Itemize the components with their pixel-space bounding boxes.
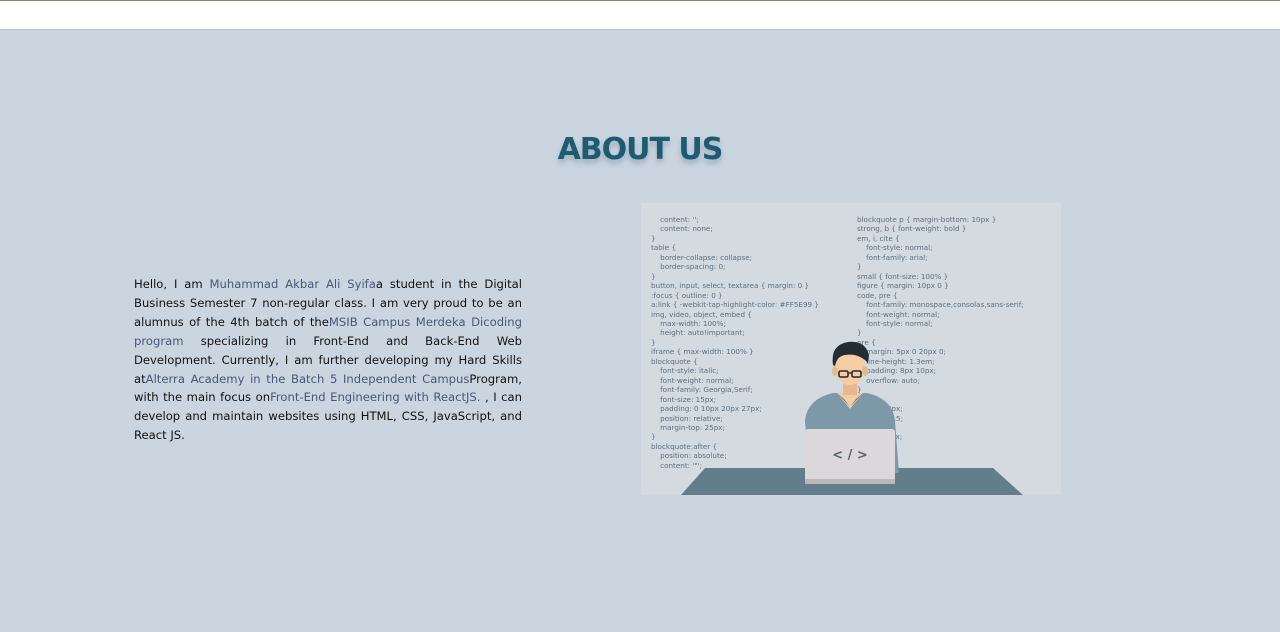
alterra-academy-link[interactable]: Alterra Academy in the Batch 5 Independe… <box>146 372 470 386</box>
author-name: Muhammad Akbar Ali Syifa <box>209 277 376 291</box>
about-text: Hello, I am Muhammad Akbar Ali Syifaa st… <box>134 275 522 445</box>
top-navbar <box>0 0 1280 30</box>
developer-illustration: content: ''; content: none; } table { bo… <box>641 203 1061 495</box>
code-tag-icon: < / > <box>832 448 868 463</box>
page-title: ABOUT US <box>557 132 724 168</box>
intro-text: Hello, I am <box>134 277 210 291</box>
developer-at-laptop-icon: < / > <box>681 341 1023 495</box>
frontend-focus-link[interactable]: Front-End Engineering with ReactJS. <box>270 390 480 404</box>
